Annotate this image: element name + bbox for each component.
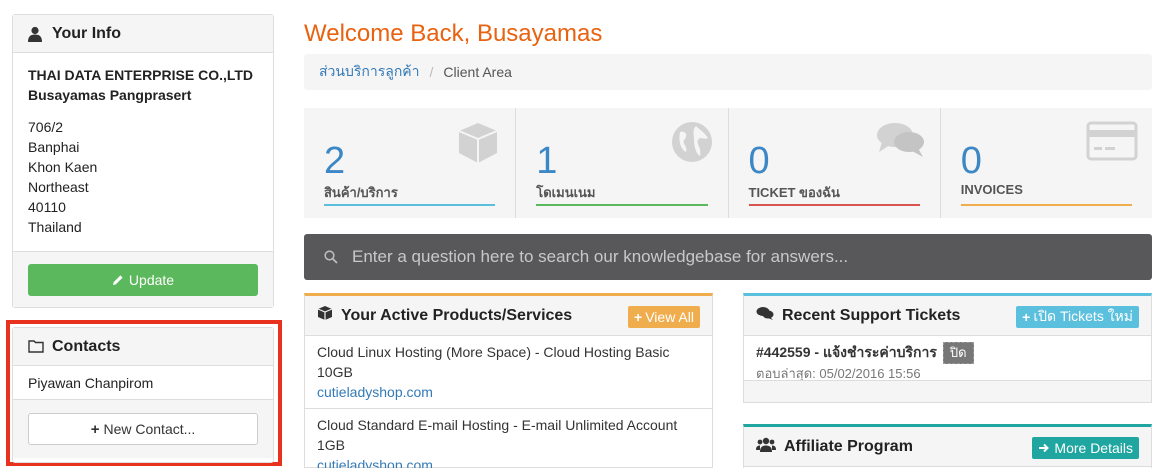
stats-tiles: 2 สินค้า/บริการ 1 โดเมนเนม 0 TICKET ของฉ… [304, 108, 1152, 218]
product-name: Cloud Standard E-mail Hosting - E-mail U… [317, 417, 678, 453]
affiliate-header: Affiliate Program More Details [744, 427, 1151, 467]
status-badge: ปิด [942, 342, 974, 364]
more-details-button[interactable]: More Details [1032, 437, 1139, 459]
open-ticket-label: เปิด Tickets ใหม่ [1033, 308, 1133, 324]
affiliate-title: Affiliate Program [784, 437, 913, 455]
comments-icon [876, 120, 926, 165]
tile-bar [748, 204, 920, 206]
breadcrumb: ส่วนบริการลูกค้า / Client Area [304, 54, 1152, 90]
contact-name: Piyawan Chanpirom [28, 374, 154, 391]
product-domain[interactable]: cutieladyshop.com [317, 455, 700, 468]
tile-invoices[interactable]: 0 INVOICES [941, 108, 1152, 218]
new-contact-button[interactable]: + New Contact... [28, 413, 258, 445]
users-icon [756, 436, 776, 457]
contacts-header: Contacts [13, 328, 273, 366]
address-line: Thailand [28, 219, 82, 235]
search-icon [324, 250, 338, 264]
tile-value: 0 [960, 140, 982, 182]
plus-icon: + [90, 420, 100, 438]
plus-icon: + [634, 309, 643, 325]
open-ticket-button[interactable]: + เปิด Tickets ใหม่ [1016, 306, 1139, 328]
product-item[interactable]: Cloud Standard E-mail Hosting - E-mail U… [305, 409, 712, 468]
folder-icon [28, 339, 44, 355]
support-tickets-header: Recent Support Tickets + เปิด Tickets ให… [744, 296, 1151, 336]
ticket-title: #442559 - แจ้งชำระค่าบริการ [756, 344, 937, 360]
your-info-title: Your Info [52, 24, 122, 42]
view-all-label: View All [645, 309, 694, 325]
kb-search-input[interactable]: Enter a question here to search our know… [304, 234, 1152, 280]
tile-label: สินค้า/บริการ [324, 185, 398, 200]
address-line: Khon Kaen [28, 159, 98, 175]
address-line: Northeast [28, 179, 89, 195]
breadcrumb-home-link[interactable]: ส่วนบริการลูกค้า [319, 61, 420, 83]
contact-item[interactable]: Piyawan Chanpirom [13, 366, 273, 400]
plus-icon: + [1022, 309, 1031, 325]
page-title: Welcome Back, Busayamas [304, 20, 603, 47]
breadcrumb-separator: / [429, 64, 434, 80]
affiliate-panel: Affiliate Program More Details [743, 424, 1152, 468]
cube-icon [317, 305, 333, 326]
company-name: THAI DATA ENTERPRISE CO.,LTD [28, 67, 254, 83]
tile-value: 2 [324, 140, 346, 182]
your-info-panel: Your Info THAI DATA ENTERPRISE CO.,LTD B… [12, 14, 274, 308]
tile-value: 0 [748, 140, 770, 182]
your-info-header: Your Info [13, 15, 273, 53]
tile-value: 1 [536, 140, 558, 182]
active-products-panel: Your Active Products/Services + View All… [304, 293, 713, 468]
product-domain[interactable]: cutieladyshop.com [317, 382, 700, 402]
active-products-title: Your Active Products/Services [341, 306, 573, 324]
client-name: Busayamas Pangprasert [28, 87, 192, 103]
globe-icon [670, 120, 714, 169]
contacts-panel: Contacts Piyawan Chanpirom + New Contact… [12, 327, 274, 463]
tile-tickets[interactable]: 0 TICKET ของฉัน [729, 108, 941, 218]
product-name: Cloud Linux Hosting (More Space) - Cloud… [317, 344, 670, 380]
breadcrumb-current: Client Area [443, 64, 512, 80]
tile-bar [960, 204, 1132, 206]
new-contact-label: New Contact... [103, 421, 196, 437]
comments-icon [756, 306, 774, 325]
address-line: Banphai [28, 139, 80, 155]
tile-domains[interactable]: 1 โดเมนเนม [516, 108, 729, 218]
user-icon [28, 26, 44, 42]
support-tickets-title: Recent Support Tickets [782, 306, 961, 324]
tile-label: INVOICES [960, 182, 1023, 197]
contacts-title: Contacts [52, 337, 121, 355]
address: 706/2 Banphai Khon Kaen Northeast 40110 … [28, 117, 258, 237]
product-item[interactable]: Cloud Linux Hosting (More Space) - Cloud… [305, 336, 712, 409]
tile-bar [536, 204, 708, 206]
pencil-icon [112, 274, 123, 285]
address-line: 706/2 [28, 119, 64, 135]
active-products-header: Your Active Products/Services + View All [305, 296, 712, 336]
address-line: 40110 [28, 199, 66, 215]
tile-bar [324, 204, 496, 206]
view-all-button[interactable]: + View All [628, 306, 700, 328]
kb-search-placeholder: Enter a question here to search our know… [352, 247, 849, 266]
update-button[interactable]: Update [28, 263, 258, 296]
tile-services[interactable]: 2 สินค้า/บริการ [304, 108, 517, 218]
tile-label: โดเมนเนม [536, 185, 596, 200]
support-tickets-panel: Recent Support Tickets + เปิด Tickets ให… [743, 293, 1152, 403]
cube-icon [455, 120, 501, 171]
update-label: Update [128, 271, 175, 288]
credit-card-icon [1086, 120, 1138, 167]
arrow-right-icon [1039, 443, 1050, 453]
more-details-label: More Details [1054, 440, 1133, 456]
tile-label: TICKET ของฉัน [748, 185, 840, 200]
tickets-footer [744, 380, 1151, 402]
